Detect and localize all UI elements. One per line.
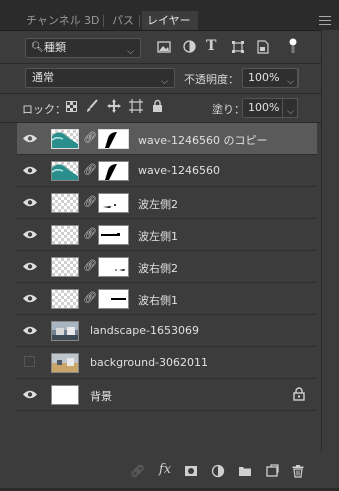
divider	[0, 93, 339, 94]
eye-icon[interactable]	[23, 261, 37, 272]
opacity-dropdown-button[interactable]: ⌵	[282, 68, 298, 88]
pixel-layer-filter-icon[interactable]	[157, 41, 171, 53]
adjustment-layer-filter-icon[interactable]	[183, 40, 196, 53]
opacity-value: 100%	[248, 71, 280, 84]
layer-mask-thumbnail[interactable]	[98, 129, 129, 149]
layers-list: 🔗︎ wave-1246560 のコピー 🔗︎ wave-1246560 🔗︎ …	[17, 123, 317, 411]
filter-toggle-icon[interactable]	[289, 38, 297, 54]
shape-layer-filter-icon[interactable]	[231, 40, 245, 54]
layer-thumbnail[interactable]	[51, 385, 79, 405]
layer-thumbnail[interactable]	[51, 321, 79, 341]
eye-icon[interactable]	[23, 389, 37, 400]
layer-thumbnail[interactable]	[51, 161, 79, 181]
visibility-toggle-off[interactable]	[24, 356, 35, 367]
eye-icon[interactable]	[23, 133, 37, 144]
layer-row[interactable]: 🔗︎ 波右側2	[17, 251, 317, 283]
layer-mask-thumbnail[interactable]	[98, 225, 129, 245]
link-icon[interactable]: 🔗︎	[83, 163, 97, 178]
new-group-icon[interactable]	[238, 464, 252, 478]
layer-mask-thumbnail[interactable]	[98, 193, 129, 213]
layers-bottom-toolbar: 🔗︎ fx	[0, 452, 339, 491]
fill-label: 塗り：	[212, 103, 245, 116]
layer-mask-thumbnail[interactable]	[98, 257, 129, 277]
fill-dropdown-button[interactable]: ⌵	[282, 98, 298, 118]
eye-icon[interactable]	[23, 165, 37, 176]
type-layer-filter-icon[interactable]: T	[206, 38, 216, 54]
layer-thumbnail[interactable]	[51, 257, 79, 277]
lock-image-pixels-icon[interactable]	[85, 99, 98, 113]
layer-name: background-3062011	[90, 356, 209, 369]
layer-row[interactable]: 🔗︎ wave-1246560 のコピー	[17, 123, 317, 155]
lock-artboard-icon[interactable]	[129, 99, 143, 113]
layer-name: 波右側1	[138, 294, 178, 307]
tab-paths[interactable]: パス	[107, 11, 139, 30]
tab-separator	[139, 15, 140, 27]
link-icon[interactable]: 🔗︎	[83, 195, 97, 210]
fx-icon[interactable]: fx	[158, 462, 172, 477]
link-icon[interactable]: 🔗︎	[83, 259, 97, 274]
eye-icon[interactable]	[23, 229, 37, 240]
layer-mask-thumbnail[interactable]	[98, 289, 129, 309]
layer-name: 波左側2	[138, 198, 178, 211]
layer-name: landscape-1653069	[90, 324, 199, 337]
add-mask-icon[interactable]	[184, 464, 198, 478]
scrollbar-track[interactable]	[321, 30, 339, 460]
trash-icon[interactable]	[291, 464, 305, 478]
eye-icon[interactable]	[23, 293, 37, 304]
layer-name: 波右側2	[138, 262, 178, 275]
panel-tab-bar: チャンネル 3D パス レイヤー	[0, 0, 339, 31]
layer-row[interactable]: 🔗︎ wave-1246560	[17, 155, 317, 187]
layer-row[interactable]: 🔗︎ 波右側1	[17, 283, 317, 315]
layer-row[interactable]: background-3062011	[17, 347, 317, 379]
layer-thumbnail[interactable]	[51, 289, 79, 309]
lock-icon	[293, 387, 305, 401]
layer-thumbnail[interactable]	[51, 193, 79, 213]
chevron-down-icon: ⌵	[287, 107, 294, 117]
tab-layers[interactable]: レイヤー	[142, 11, 198, 30]
eye-icon[interactable]	[23, 325, 37, 336]
eye-icon[interactable]	[23, 197, 37, 208]
filter-kind-label: 種類	[44, 41, 66, 54]
filter-kind-select[interactable]: 🔍︎ 種類 ⌵	[25, 38, 141, 58]
blend-mode-value: 通常	[32, 71, 54, 84]
tab-separator	[76, 15, 77, 27]
link-layers-icon[interactable]: 🔗︎	[130, 464, 145, 478]
new-layer-icon[interactable]	[265, 464, 279, 478]
link-icon[interactable]: 🔗︎	[83, 227, 97, 242]
tab-3d[interactable]: 3D	[79, 11, 104, 30]
layer-row[interactable]: 🔗︎ 波左側1	[17, 219, 317, 251]
layer-thumbnail[interactable]	[51, 353, 79, 373]
link-icon[interactable]: 🔗︎	[83, 291, 97, 306]
layer-name: 背景	[90, 390, 112, 403]
layer-row[interactable]: 背景	[17, 379, 317, 411]
chevron-down-icon: ⌵	[161, 77, 168, 87]
new-adjustment-layer-icon[interactable]	[211, 464, 225, 478]
lock-position-icon[interactable]	[107, 99, 121, 113]
layer-mask-thumbnail[interactable]	[98, 161, 129, 181]
tab-separator	[103, 15, 104, 27]
layer-name: 波左側1	[138, 230, 178, 243]
layer-row[interactable]: landscape-1653069	[17, 315, 317, 347]
divider	[0, 63, 339, 64]
layer-thumbnail[interactable]	[51, 129, 79, 149]
search-icon: 🔍︎	[31, 42, 44, 53]
chevron-down-icon: ⌵	[127, 47, 134, 57]
fill-value: 100%	[248, 101, 280, 114]
smart-object-filter-icon[interactable]	[257, 40, 269, 54]
lock-transparent-pixels-icon[interactable]	[66, 101, 77, 112]
layer-name: wave-1246560	[138, 164, 220, 177]
lock-all-icon[interactable]	[152, 99, 163, 112]
lock-label: ロック：	[22, 103, 66, 116]
opacity-label: 不透明度：	[184, 73, 239, 86]
link-icon[interactable]: 🔗︎	[83, 131, 97, 146]
blend-mode-select[interactable]: 通常 ⌵	[25, 68, 175, 88]
layer-name: wave-1246560 のコピー	[138, 134, 268, 147]
layer-row[interactable]: 🔗︎ 波左側2	[17, 187, 317, 219]
layer-thumbnail[interactable]	[51, 225, 79, 245]
panel-menu-icon[interactable]	[319, 16, 331, 25]
chevron-down-icon: ⌵	[287, 77, 294, 87]
